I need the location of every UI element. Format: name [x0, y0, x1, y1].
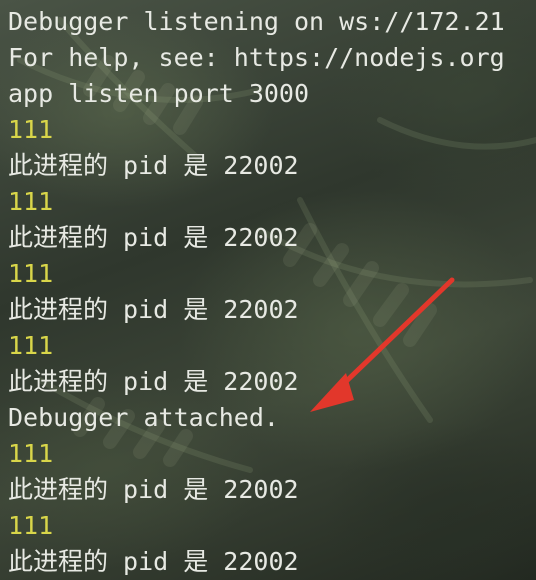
red-arrow-icon: [310, 277, 455, 412]
